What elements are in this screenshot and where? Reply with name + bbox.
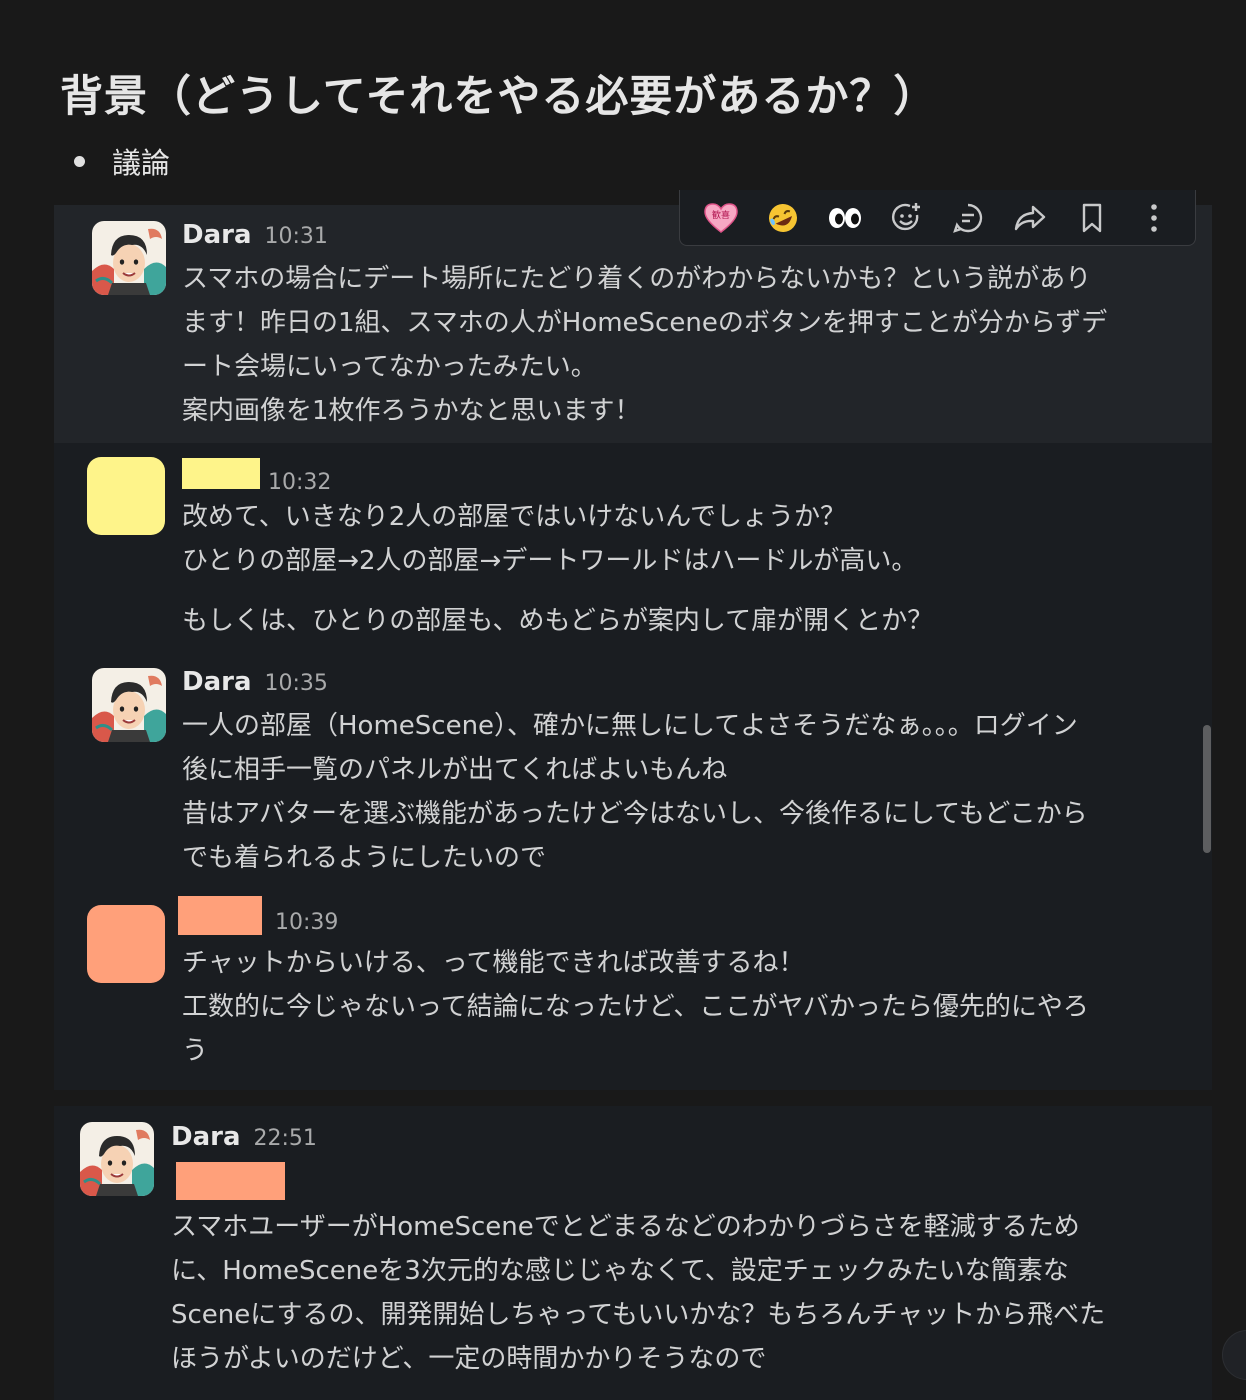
message-line: ほうがよいのだけど、一定の時間かかりそうなので <box>171 1344 767 1374</box>
message-body: スマホユーザーがHomeSceneでとどまるなどのわかりづらさを軽減するため に… <box>171 1205 1105 1381</box>
more-actions-icon[interactable] <box>1134 198 1174 238</box>
author-name[interactable]: Dara <box>171 1122 241 1152</box>
author-name[interactable]: Dara <box>182 220 252 250</box>
message-line: ひとりの部屋→2人の部屋→デートワールドはハードルが高い。 <box>182 546 918 576</box>
message-line: 昔はアバターを選ぶ機能があったけど今はないし、今後作るにしてもどこから <box>182 799 1088 829</box>
message-line: に、HomeSceneを3次元的な感じじゃなくて、設定チェックみたいな簡素な <box>171 1256 1069 1286</box>
redacted-mention[interactable] <box>176 1162 285 1200</box>
message-line: う <box>182 1036 209 1066</box>
forward-icon[interactable] <box>1010 198 1050 238</box>
bullet-item: 議論 <box>74 140 170 182</box>
avatar[interactable] <box>87 457 165 535</box>
message-line: スマホユーザーがHomeSceneでとどまるなどのわかりづらさを軽減するため <box>171 1212 1080 1242</box>
bookmark-icon[interactable] <box>1072 198 1112 238</box>
avatar[interactable] <box>92 221 166 295</box>
message-body: チャットからいける、って機能できれば改善するね！ 工数的に今じゃないって結論にな… <box>182 941 1089 1073</box>
timestamp[interactable]: 10:31 <box>265 224 328 249</box>
message-line: チャットからいける、って機能できれば改善するね！ <box>182 948 805 978</box>
floating-button[interactable] <box>1222 1330 1246 1380</box>
bullet-text: 議論 <box>112 146 171 180</box>
timestamp[interactable]: 10:35 <box>265 671 328 696</box>
message-line: 後に相手一覧のパネルが出てくればよいもんね <box>182 755 728 785</box>
eyes-emoji-icon[interactable] <box>825 198 865 238</box>
rofl-emoji-icon[interactable] <box>763 198 803 238</box>
message-line: Sceneにするの、開発開始しちゃってもいいかな？もちろんチャットから飛べた <box>171 1300 1106 1330</box>
redacted-author-name[interactable] <box>182 458 260 489</box>
message-line: ます！昨日の1組、スマホの人がHomeSceneのボタンを押すことが分からずデ <box>182 308 1108 338</box>
message-actions-toolbar: 歓喜 <box>679 190 1196 246</box>
message-line: スマホの場合にデート場所にたどり着くのがわからないかも？という説があり <box>182 264 1092 294</box>
add-reaction-icon[interactable] <box>887 198 927 238</box>
message-line: もしくは、ひとりの部屋も、めもどらが案内して扉が開くとか？ <box>182 606 934 636</box>
bullet-dot <box>74 155 85 167</box>
timestamp[interactable]: 10:39 <box>275 910 338 935</box>
reply-thread-icon[interactable] <box>948 198 988 238</box>
heart-emoji-icon[interactable]: 歓喜 <box>701 198 741 238</box>
timestamp[interactable]: 10:32 <box>268 470 331 495</box>
scrollbar-thumb[interactable] <box>1203 725 1211 853</box>
message-body: 一人の部屋（HomeScene）、確かに無しにしてよさそうだなぁ。。。ログイン … <box>182 704 1088 880</box>
author-name[interactable]: Dara <box>182 667 252 697</box>
message-line: 一人の部屋（HomeScene）、確かに無しにしてよさそうだなぁ。。。ログイン <box>182 711 1078 741</box>
timestamp[interactable]: 22:51 <box>254 1126 317 1151</box>
avatar[interactable] <box>80 1122 154 1196</box>
message-body: 改めて、いきなり2人の部屋ではいけないんでしょうか？ ひとりの部屋→2人の部屋→… <box>182 495 933 643</box>
message-line: でも着られるようにしたいので <box>182 843 547 873</box>
message-line: 工数的に今じゃないって結論になったけど、ここがヤバかったら優先的にやろ <box>182 992 1089 1022</box>
avatar[interactable] <box>87 905 165 983</box>
message-line: 案内画像を1枚作ろうかなと思います！ <box>182 396 641 426</box>
message-line: ート会場にいってなかったみたい。 <box>182 352 597 382</box>
avatar[interactable] <box>92 668 166 742</box>
page-title: 背景（どうしてそれをやる必要があるか？） <box>60 72 938 122</box>
message-line: 改めて、いきなり2人の部屋ではいけないんでしょうか？ <box>182 502 846 532</box>
message-body: スマホの場合にデート場所にたどり着くのがわからないかも？という説があり ます！昨… <box>182 257 1107 433</box>
heart-emoji-label: 歓喜 <box>712 209 730 221</box>
redacted-author-name[interactable] <box>178 896 262 935</box>
